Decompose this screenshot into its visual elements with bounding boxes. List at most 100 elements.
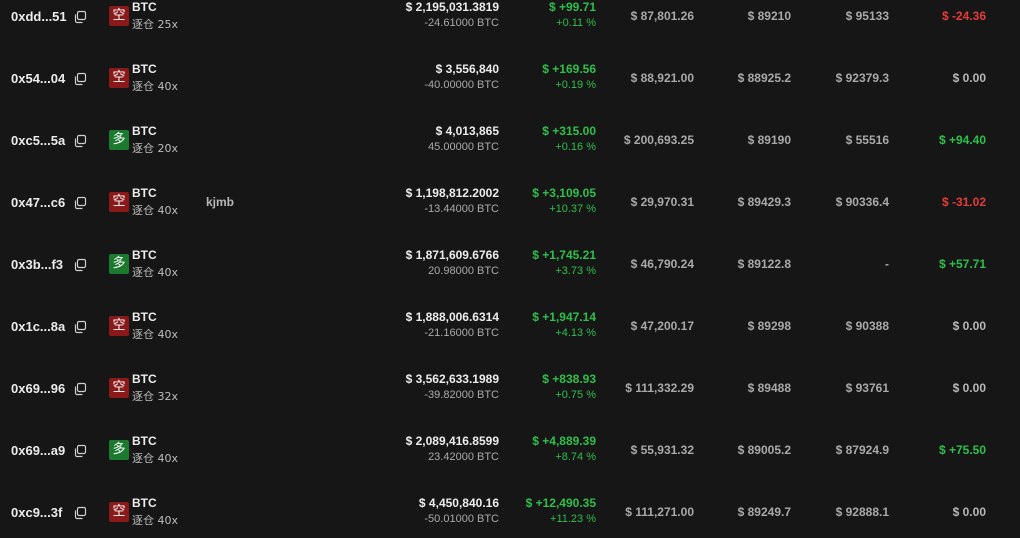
copy-icon[interactable] xyxy=(73,10,87,24)
coin-label: BTC xyxy=(132,434,157,448)
address-link[interactable]: 0xc9...3f xyxy=(11,505,62,520)
position-value: $ 2,195,031.3819 xyxy=(405,0,499,14)
pnl-percent: +0.11 % xyxy=(556,17,596,29)
copy-icon[interactable] xyxy=(73,72,87,86)
table-row[interactable]: 0x47...c6 空 BTC 逐仓 40x kjmb $ 1,198,812.… xyxy=(0,183,1020,245)
mark-price: $ 89005.2 xyxy=(737,443,791,457)
position-value: $ 3,556,840 xyxy=(435,62,499,76)
liquidation-price: $ 90336.4 xyxy=(835,195,889,209)
funding-fee: $ +75.50 xyxy=(938,443,986,457)
liquidation-price: $ 92379.3 xyxy=(835,71,889,85)
copy-icon[interactable] xyxy=(73,258,87,272)
address-link[interactable]: 0x1c...8a xyxy=(11,319,65,334)
position-size: -50.01000 BTC xyxy=(424,513,499,525)
direction-badge: 空 xyxy=(109,378,129,398)
copy-icon[interactable] xyxy=(73,506,87,520)
table-row[interactable]: 0x69...96 空 BTC 逐仓 32x $ 3,562,633.1989 … xyxy=(0,369,1020,431)
table-row[interactable]: 0x1c...8a 空 BTC 逐仓 40x $ 1,888,006.6314 … xyxy=(0,307,1020,369)
position-size: -39.82000 BTC xyxy=(424,389,499,401)
position-value: $ 1,871,609.6766 xyxy=(405,248,499,262)
direction-badge: 多 xyxy=(109,440,129,460)
position-value: $ 2,089,416.8599 xyxy=(405,434,499,448)
funding-fee: $ +57.71 xyxy=(938,257,986,271)
address-link[interactable]: 0x69...a9 xyxy=(11,443,65,458)
pnl-value: $ +3,109.05 xyxy=(532,186,596,200)
liquidation-price: $ 95133 xyxy=(845,9,889,23)
address-link[interactable]: 0xc5...5a xyxy=(11,133,65,148)
margin-mode-label: 逐仓 40x xyxy=(132,328,179,341)
coin-label: BTC xyxy=(132,248,157,262)
table-row[interactable]: 0x54...04 空 BTC 逐仓 40x $ 3,556,840 -40.0… xyxy=(0,59,1020,121)
address-link[interactable]: 0x54...04 xyxy=(11,71,65,86)
table-row[interactable]: 0xc9...3f 空 BTC 逐仓 40x $ 4,450,840.16 -5… xyxy=(0,493,1020,538)
coin-label: BTC xyxy=(132,372,157,386)
copy-icon[interactable] xyxy=(73,134,87,148)
copy-icon[interactable] xyxy=(73,196,87,210)
position-size: -24.61000 BTC xyxy=(424,17,499,29)
funding-fee: $ -24.36 xyxy=(941,9,986,23)
liquidation-price: - xyxy=(885,257,889,271)
table-row[interactable]: 0x3b...f3 多 BTC 逐仓 40x $ 1,871,609.6766 … xyxy=(0,245,1020,307)
margin-mode-label: 逐仓 32x xyxy=(132,390,179,403)
direction-badge: 空 xyxy=(109,68,129,88)
margin-mode-label: 逐仓 40x xyxy=(132,266,179,279)
margin-mode-label: 逐仓 40x xyxy=(132,80,179,93)
position-value: $ 4,450,840.16 xyxy=(418,496,499,510)
coin-label: BTC xyxy=(132,62,157,76)
funding-fee: $ 0.00 xyxy=(952,505,986,519)
coin-label: BTC xyxy=(132,186,157,200)
positions-table: 0xdd...51 空 BTC 逐仓 25x $ 2,195,031.3819 … xyxy=(0,0,1020,538)
entry-price: $ 29,970.31 xyxy=(630,195,694,209)
pnl-value: $ +169.56 xyxy=(542,62,596,76)
funding-fee: $ 0.00 xyxy=(952,71,986,85)
address-link[interactable]: 0x3b...f3 xyxy=(11,257,63,272)
mark-price: $ 88925.2 xyxy=(737,71,791,85)
position-value: $ 1,198,812.2002 xyxy=(405,186,499,200)
mark-price: $ 89429.3 xyxy=(737,195,791,209)
liquidation-price: $ 93761 xyxy=(845,381,889,395)
copy-icon[interactable] xyxy=(73,444,87,458)
table-row[interactable]: 0x69...a9 多 BTC 逐仓 40x $ 2,089,416.8599 … xyxy=(0,431,1020,493)
direction-badge: 空 xyxy=(109,316,129,336)
mark-price: $ 89122.8 xyxy=(737,257,791,271)
coin-label: BTC xyxy=(132,310,157,324)
funding-fee: $ 0.00 xyxy=(952,319,986,333)
margin-mode-label: 逐仓 40x xyxy=(132,204,179,217)
margin-mode-label: 逐仓 40x xyxy=(132,514,179,527)
liquidation-price: $ 92888.1 xyxy=(835,505,889,519)
entry-price: $ 55,931.32 xyxy=(630,443,694,457)
funding-fee: $ 0.00 xyxy=(952,381,986,395)
table-row[interactable]: 0xdd...51 空 BTC 逐仓 25x $ 2,195,031.3819 … xyxy=(0,0,1020,59)
pnl-percent: +3.73 % xyxy=(555,265,596,277)
pnl-value: $ +4,889.39 xyxy=(532,434,596,448)
entry-price: $ 47,200.17 xyxy=(630,319,694,333)
position-value: $ 3,562,633.1989 xyxy=(405,372,499,386)
direction-badge: 空 xyxy=(109,502,129,522)
table-row[interactable]: 0xc5...5a 多 BTC 逐仓 20x $ 4,013,865 45.00… xyxy=(0,121,1020,183)
pnl-value: $ +838.93 xyxy=(542,372,596,386)
pnl-value: $ +1,947.14 xyxy=(532,310,596,324)
liquidation-price: $ 55516 xyxy=(845,133,889,147)
pnl-value: $ +99.71 xyxy=(548,0,596,14)
note-label: kjmb xyxy=(206,195,235,209)
position-value: $ 4,013,865 xyxy=(435,124,499,138)
entry-price: $ 87,801.26 xyxy=(630,9,694,23)
pnl-percent: +11.23 % xyxy=(550,513,596,525)
address-link[interactable]: 0x47...c6 xyxy=(11,195,65,210)
coin-label: BTC xyxy=(132,124,157,138)
position-size: -40.00000 BTC xyxy=(424,79,499,91)
entry-price: $ 46,790.24 xyxy=(630,257,694,271)
mark-price: $ 89190 xyxy=(747,133,791,147)
position-size: 20.98000 BTC xyxy=(428,265,499,277)
position-value: $ 1,888,006.6314 xyxy=(405,310,499,324)
entry-price: $ 111,271.00 xyxy=(625,505,694,519)
address-link[interactable]: 0xdd...51 xyxy=(11,9,67,24)
copy-icon[interactable] xyxy=(73,320,87,334)
pnl-percent: +10.37 % xyxy=(549,203,596,215)
copy-icon[interactable] xyxy=(73,382,87,396)
pnl-percent: +0.75 % xyxy=(555,389,596,401)
pnl-value: $ +12,490.35 xyxy=(525,496,596,510)
address-link[interactable]: 0x69...96 xyxy=(11,381,65,396)
entry-price: $ 200,693.25 xyxy=(623,133,694,147)
margin-mode-label: 逐仓 40x xyxy=(132,452,179,465)
